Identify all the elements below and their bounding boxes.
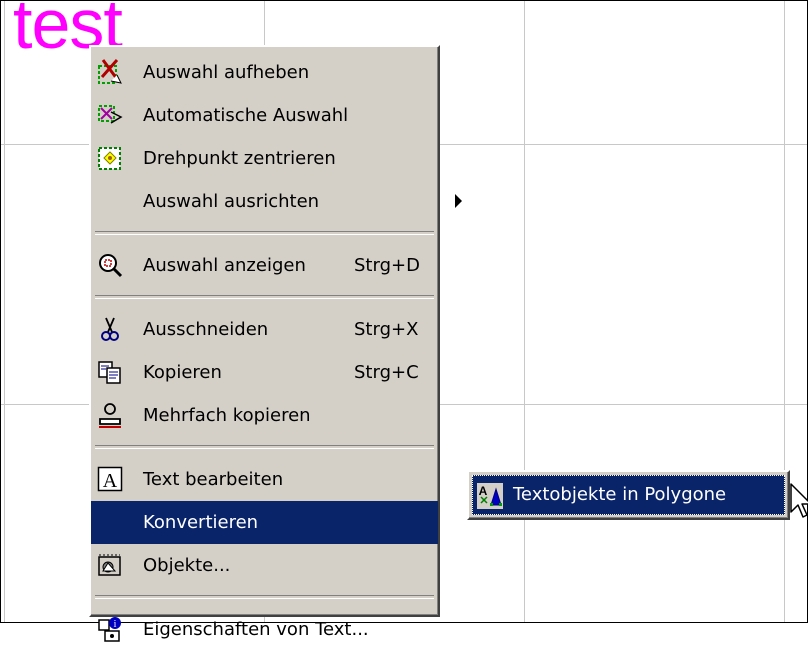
menu-item-shortcut: Strg+C xyxy=(354,362,419,383)
scissors-icon xyxy=(101,317,119,341)
center-pivot-icon xyxy=(98,147,121,170)
convert-submenu: A Textobjekte in Polygone xyxy=(467,470,790,520)
menu-item-mehrfach-kopieren[interactable]: Mehrfach kopieren xyxy=(91,394,438,437)
menu-item-auswahl-aufheben[interactable]: Auswahl aufheben xyxy=(91,51,438,94)
submenu-arrow-icon xyxy=(455,194,462,208)
menu-item-shortcut: Strg+D xyxy=(354,255,420,276)
svg-text:A: A xyxy=(479,484,488,498)
properties-icon: i xyxy=(98,617,121,642)
menu-item-label: Automatische Auswahl xyxy=(143,105,349,126)
menu-separator xyxy=(95,445,434,449)
menu-item-drehpunkt-zentrieren[interactable]: Drehpunkt zentrieren xyxy=(91,137,438,180)
zoom-selection-icon xyxy=(99,254,123,278)
menu-item-kopieren[interactable]: Kopieren Strg+C xyxy=(91,351,438,394)
menu-item-label: Eigenschaften von Text... xyxy=(143,619,369,640)
menu-item-label: Auswahl anzeigen xyxy=(143,255,306,276)
svg-text:A: A xyxy=(103,470,118,492)
menu-item-konvertieren[interactable]: Konvertieren xyxy=(91,501,462,544)
menu-item-label: Objekte... xyxy=(143,555,231,576)
text-edit-icon: A xyxy=(97,466,123,492)
mouse-cursor-icon xyxy=(790,483,808,518)
menu-item-auswahl-ausrichten[interactable]: Auswahl ausrichten xyxy=(91,180,462,223)
menu-item-ausschneiden[interactable]: Ausschneiden Strg+X xyxy=(91,308,438,351)
submenu-item-textobjekte-in-polygone[interactable]: A Textobjekte in Polygone xyxy=(472,475,785,515)
multi-copy-icon xyxy=(99,403,121,428)
copy-icon xyxy=(98,361,121,384)
menu-item-label: Auswahl ausrichten xyxy=(143,191,320,212)
menu-item-shortcut: Strg+X xyxy=(354,319,419,340)
auto-select-icon xyxy=(98,105,123,124)
menu-item-label: Textobjekte in Polygone xyxy=(513,484,727,505)
menu-item-label: Text bearbeiten xyxy=(143,469,284,490)
menu-item-automatische-auswahl[interactable]: Automatische Auswahl xyxy=(91,94,438,137)
menu-separator xyxy=(95,595,434,599)
menu-separator xyxy=(95,231,434,235)
menu-item-label: Drehpunkt zentrieren xyxy=(143,148,336,169)
text-to-polygon-icon: A xyxy=(477,483,503,509)
menu-item-label: Konvertieren xyxy=(143,512,259,533)
context-menu: Auswahl aufheben Automatische Auswahl Dr… xyxy=(89,45,462,642)
svg-text:i: i xyxy=(114,619,117,630)
objects-icon xyxy=(98,554,121,576)
menu-item-label: Auswahl aufheben xyxy=(143,62,310,83)
deselect-icon xyxy=(98,59,122,84)
menu-item-text-bearbeiten[interactable]: A Text bearbeiten xyxy=(91,458,438,501)
submenu-arrow-icon xyxy=(455,515,462,529)
menu-item-label: Mehrfach kopieren xyxy=(143,405,311,426)
menu-item-label: Ausschneiden xyxy=(143,319,269,340)
menu-item-objekte[interactable]: Objekte... xyxy=(91,544,438,587)
menu-item-auswahl-anzeigen[interactable]: Auswahl anzeigen Strg+D xyxy=(91,244,438,287)
menu-item-label: Kopieren xyxy=(143,362,222,383)
menu-separator xyxy=(95,295,434,299)
menu-item-eigenschaften[interactable]: i Eigenschaften von Text... xyxy=(91,608,438,651)
